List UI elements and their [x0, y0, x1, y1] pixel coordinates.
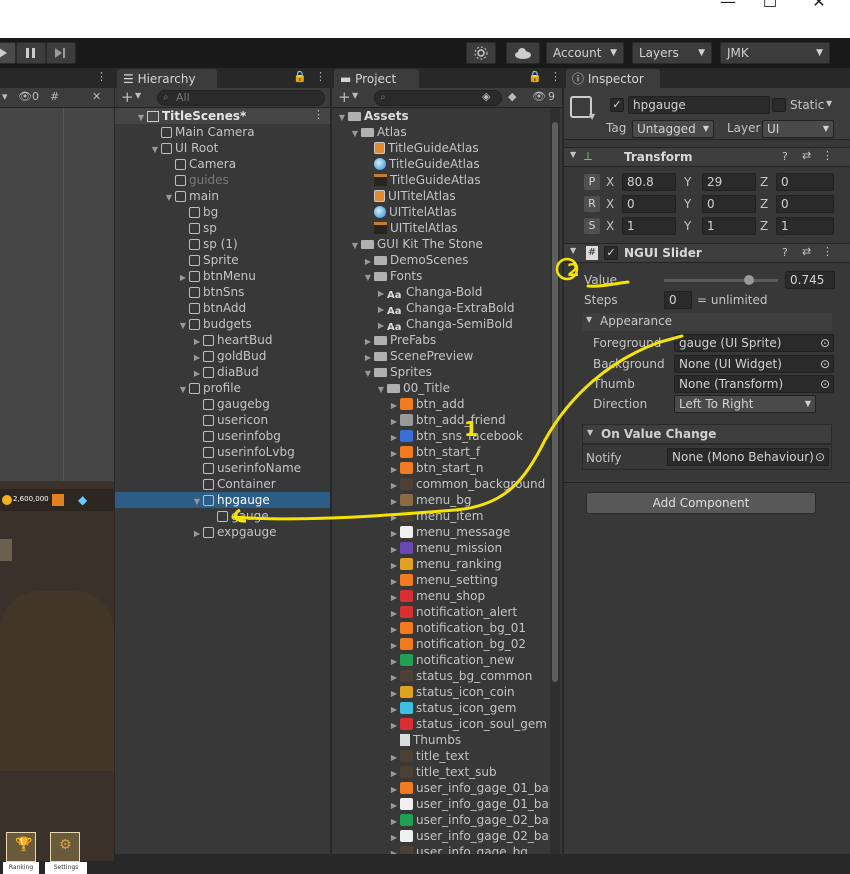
annotation-overlay: 1 2 [231, 257, 684, 523]
ranking-label: Ranking [3, 862, 39, 874]
annotation-loop [233, 508, 247, 523]
annotation-mark-1: 1 [464, 417, 478, 441]
settings-label: Settings [45, 862, 87, 874]
annotation-underline [586, 280, 630, 288]
annotation-arrow [231, 334, 684, 521]
